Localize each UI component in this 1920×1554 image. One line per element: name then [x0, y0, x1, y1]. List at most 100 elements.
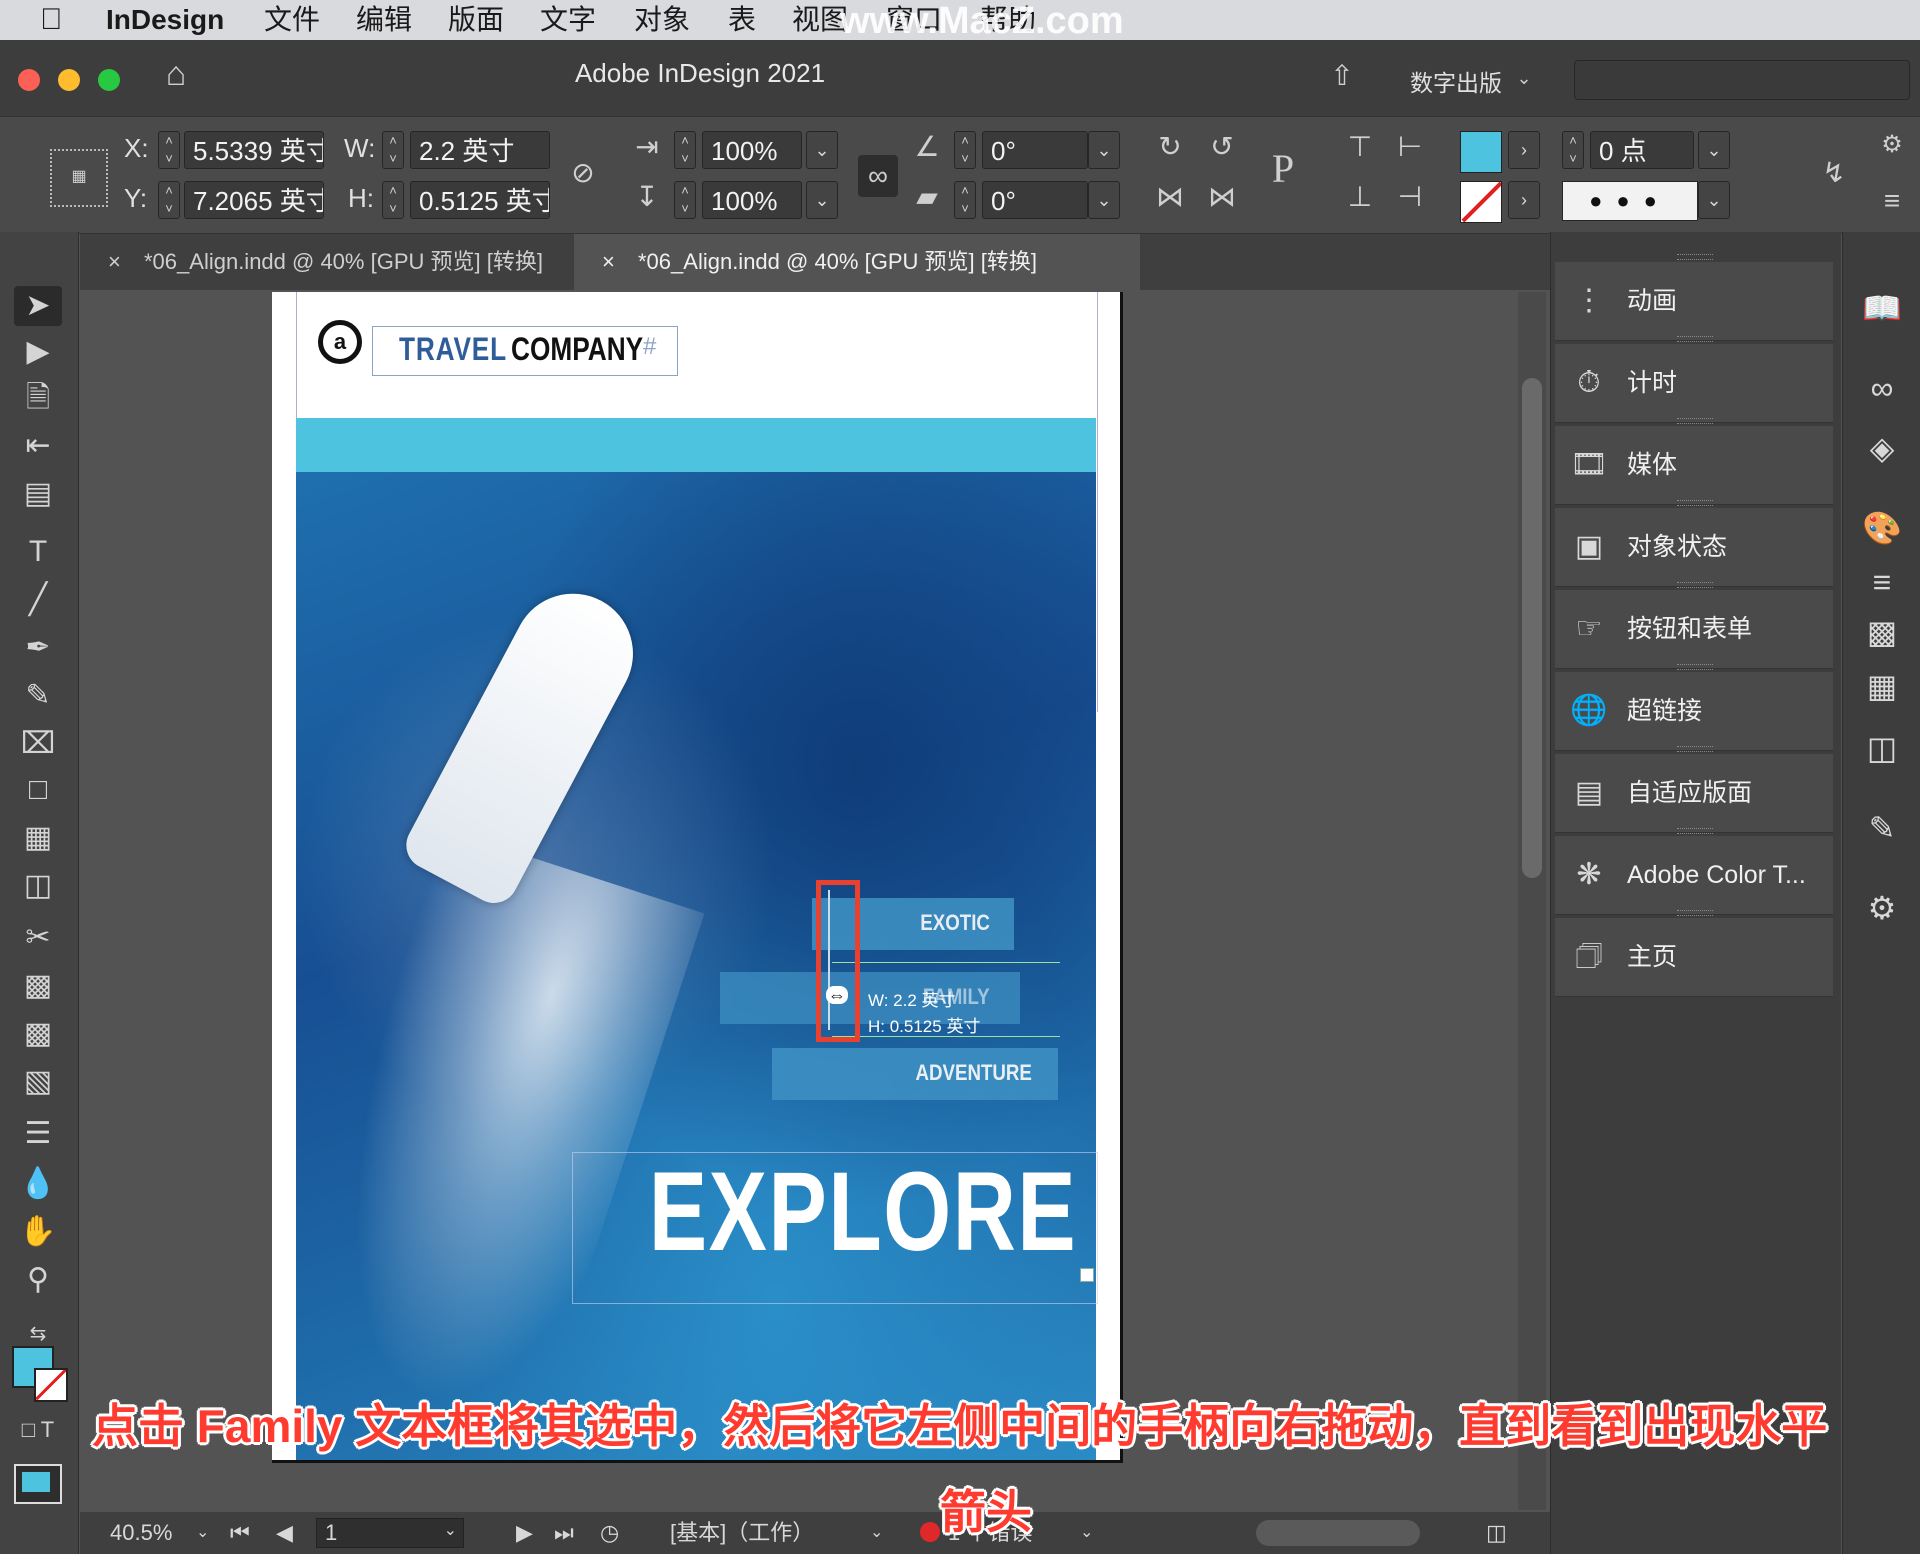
- link-scale-icon[interactable]: ∞: [858, 155, 898, 197]
- panel-object-states[interactable]: ▣ 对象状态: [1555, 500, 1833, 587]
- rotate-field[interactable]: 0°: [982, 131, 1088, 169]
- fill-swatch[interactable]: [1460, 131, 1502, 173]
- stroke-type-dots-icon[interactable]: ●●●: [1562, 181, 1698, 221]
- fill-swatch-menu[interactable]: ›: [1508, 131, 1540, 169]
- gradient-feather-tool-icon[interactable]: ▧: [14, 1062, 62, 1102]
- panel-animation[interactable]: ⋮ 动画: [1555, 254, 1833, 341]
- profile-dropdown-icon[interactable]: ⌄: [870, 1520, 883, 1546]
- shear-dropdown[interactable]: ⌄: [1088, 181, 1120, 219]
- select-container-icon[interactable]: ⊤: [1340, 131, 1380, 163]
- select-previous-icon[interactable]: ⊢: [1390, 131, 1430, 163]
- panel-adobe-color[interactable]: ❋ Adobe Color T...: [1555, 828, 1833, 915]
- shear-field[interactable]: 0°: [982, 181, 1088, 219]
- panel-timing[interactable]: ⏱ 计时: [1555, 336, 1833, 423]
- scale-y-dropdown[interactable]: ⌄: [806, 181, 838, 219]
- flip-horizontal-icon[interactable]: ⋈: [1150, 181, 1190, 213]
- line-tool-icon[interactable]: ╱: [14, 580, 62, 620]
- panel-hyperlinks[interactable]: 🌐 超链接: [1555, 664, 1833, 751]
- menu-object[interactable]: 对象: [634, 2, 690, 38]
- first-page-icon[interactable]: ⏮: [230, 1520, 250, 1546]
- workspace-switcher[interactable]: 数字出版: [1410, 64, 1502, 98]
- rotate-ccw-icon[interactable]: ↺: [1202, 131, 1242, 163]
- stroke-none-swatch[interactable]: [1460, 181, 1502, 223]
- page-dropdown-icon[interactable]: ⌄: [444, 1520, 457, 1540]
- panel-media[interactable]: 🎞 媒体: [1555, 418, 1833, 505]
- scale-y-field[interactable]: 100%: [702, 181, 802, 219]
- search-input[interactable]: [1574, 60, 1910, 100]
- apple-menu-icon[interactable]: : [40, 2, 63, 38]
- open-document-icon[interactable]: ◷: [600, 1520, 619, 1546]
- document-page[interactable]: a TRAVEL COMPANY # EXOTIC FAMILY ADVENTU…: [272, 292, 1123, 1463]
- menu-app-indesign[interactable]: InDesign: [106, 2, 224, 38]
- zoom-dropdown-icon[interactable]: ⌄: [196, 1520, 209, 1546]
- previous-page-icon[interactable]: ◀: [276, 1520, 293, 1546]
- stroke-weight-field[interactable]: 0 点: [1590, 131, 1694, 169]
- quick-apply-icon[interactable]: ↯: [1814, 157, 1854, 189]
- panel-pages[interactable]: 🗇 主页: [1555, 910, 1833, 997]
- panel-buttons-forms[interactable]: ☞ 按钮和表单: [1555, 582, 1833, 669]
- chevron-down-icon[interactable]: ⌄: [1512, 62, 1536, 94]
- menu-edit[interactable]: 编辑: [356, 2, 412, 38]
- y-field[interactable]: 7.2065 英寸: [184, 181, 324, 219]
- stroke-weight-dropdown[interactable]: ⌄: [1698, 131, 1730, 169]
- rotate-dropdown[interactable]: ⌄: [1088, 131, 1120, 169]
- panel-menu-icon[interactable]: ≡: [1872, 185, 1912, 217]
- formatting-affects-icon[interactable]: □ T: [14, 1410, 62, 1450]
- tab-document-1[interactable]: × *06_Align.indd @ 40% [GPU 预览] [转换]: [80, 234, 574, 290]
- reference-point-icon[interactable]: ▦: [50, 149, 108, 207]
- hand-tool-icon[interactable]: ✋: [14, 1212, 62, 1252]
- cyan-header-band[interactable]: [296, 418, 1096, 472]
- pen-tool-icon[interactable]: ✒: [14, 628, 62, 668]
- next-page-icon[interactable]: ▶: [516, 1520, 533, 1546]
- direct-selection-tool-icon[interactable]: ▶: [14, 332, 62, 372]
- gap-tool-icon[interactable]: ⇤: [14, 426, 62, 466]
- page-tool-icon[interactable]: 🗎: [14, 378, 62, 418]
- ocean-boat-photo[interactable]: [272, 472, 1096, 1460]
- zoom-tool-icon[interactable]: ⚲: [14, 1260, 62, 1300]
- table-tool-icon[interactable]: ▦: [14, 818, 62, 858]
- gradient-swatch-tool-icon[interactable]: ▩: [14, 1014, 62, 1054]
- free-transform-tool-icon[interactable]: ▩: [14, 966, 62, 1006]
- zoom-level[interactable]: 40.5%: [110, 1520, 172, 1546]
- swatches-panel-icon[interactable]: 🎨: [1857, 508, 1907, 548]
- share-icon[interactable]: ⇧: [1322, 60, 1362, 92]
- menu-table[interactable]: 表: [728, 2, 756, 38]
- error-indicator-icon[interactable]: [920, 1522, 940, 1542]
- h-stepper[interactable]: ˄ ˅: [382, 181, 404, 219]
- select-content-icon[interactable]: ⊥: [1340, 181, 1380, 213]
- screen-mode-icon[interactable]: [14, 1464, 62, 1504]
- shear-stepper[interactable]: ˄ ˅: [954, 181, 976, 219]
- rectangle-frame-tool-icon[interactable]: ⌧: [14, 724, 62, 764]
- layers-panel-icon[interactable]: ◈: [1857, 428, 1907, 468]
- tab-close-icon[interactable]: ×: [108, 234, 121, 290]
- transform-content-icon[interactable]: P: [1256, 149, 1310, 189]
- y-stepper[interactable]: ˄ ˅: [158, 181, 180, 219]
- scale-y-stepper[interactable]: ˄ ˅: [674, 181, 696, 219]
- page-number-field[interactable]: 1 ⌄: [316, 1518, 464, 1548]
- frame-handle[interactable]: [1080, 1268, 1094, 1282]
- panel-liquid-layout[interactable]: ▤ 自适应版面: [1555, 746, 1833, 833]
- vertical-scrollbar[interactable]: [1518, 292, 1546, 1510]
- preflight-profile[interactable]: [基本]（工作）: [670, 1520, 814, 1546]
- stroke-type-dropdown[interactable]: ⌄: [1698, 181, 1730, 219]
- last-page-icon[interactable]: ⏭: [554, 1520, 574, 1546]
- headline-text-frame[interactable]: EXPLORE: [572, 1149, 1098, 1304]
- select-next-icon[interactable]: ⊣: [1390, 181, 1430, 213]
- split-view-icon[interactable]: ◫: [1486, 1520, 1507, 1546]
- pages-panel-icon[interactable]: 📖: [1857, 288, 1907, 328]
- rotate-stepper[interactable]: ˄ ˅: [954, 131, 976, 169]
- stroke-swatch-menu[interactable]: ›: [1508, 181, 1540, 219]
- h-field[interactable]: 0.5125 英寸: [410, 181, 550, 219]
- pencil-tool-icon[interactable]: ✎: [14, 676, 62, 716]
- content-collector-icon[interactable]: ▤: [14, 474, 62, 514]
- x-field[interactable]: 5.5339 英寸: [184, 131, 324, 169]
- scale-x-field[interactable]: 100%: [702, 131, 802, 169]
- eyedropper-tool-icon[interactable]: 💧: [14, 1164, 62, 1204]
- flip-vertical-icon[interactable]: ⋈: [1202, 181, 1242, 213]
- gear-icon[interactable]: ⚙: [1872, 129, 1912, 161]
- cc-libraries-icon[interactable]: ◫: [1857, 728, 1907, 768]
- menu-layout[interactable]: 版面: [448, 2, 504, 38]
- w-stepper[interactable]: ˄ ˅: [382, 131, 404, 169]
- errors-dropdown-icon[interactable]: ⌄: [1080, 1520, 1093, 1546]
- stroke-weight-stepper[interactable]: ˄ ˅: [1562, 131, 1584, 169]
